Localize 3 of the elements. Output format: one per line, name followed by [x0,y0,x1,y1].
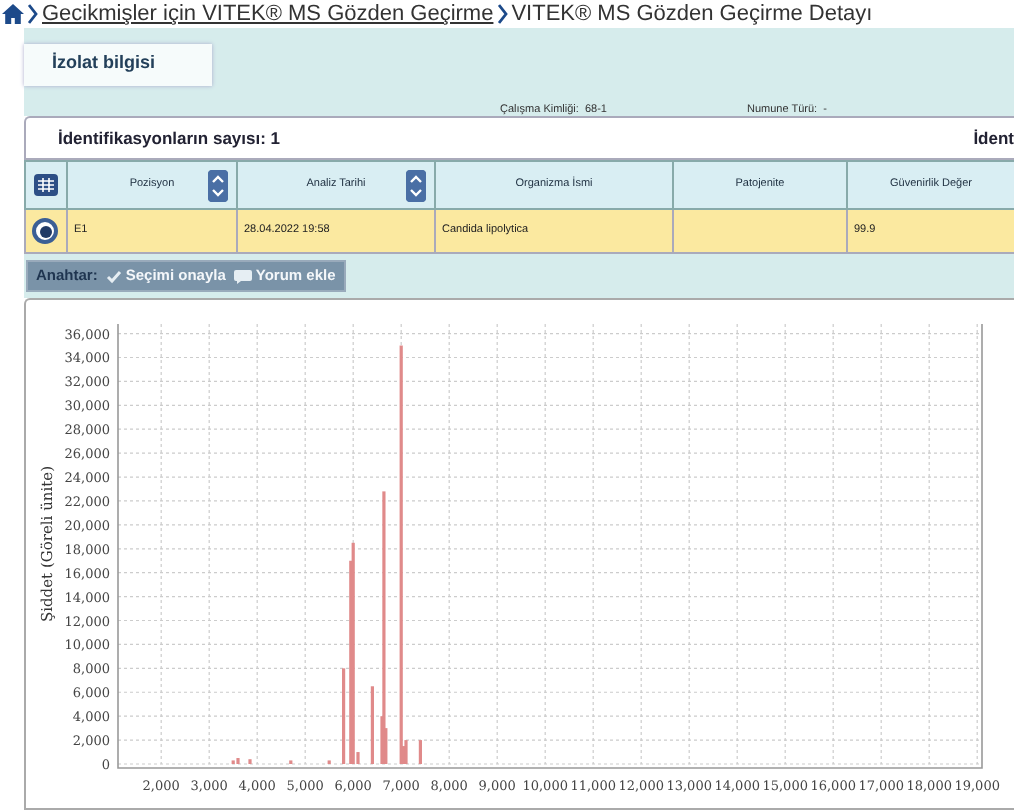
count-label: İdentifikasyonların sayısı: 1 [58,125,281,151]
breadcrumb-current: VITEK® MS Gözden Geçirme Detayı [511,0,873,30]
section-label: İdent [973,125,1014,151]
